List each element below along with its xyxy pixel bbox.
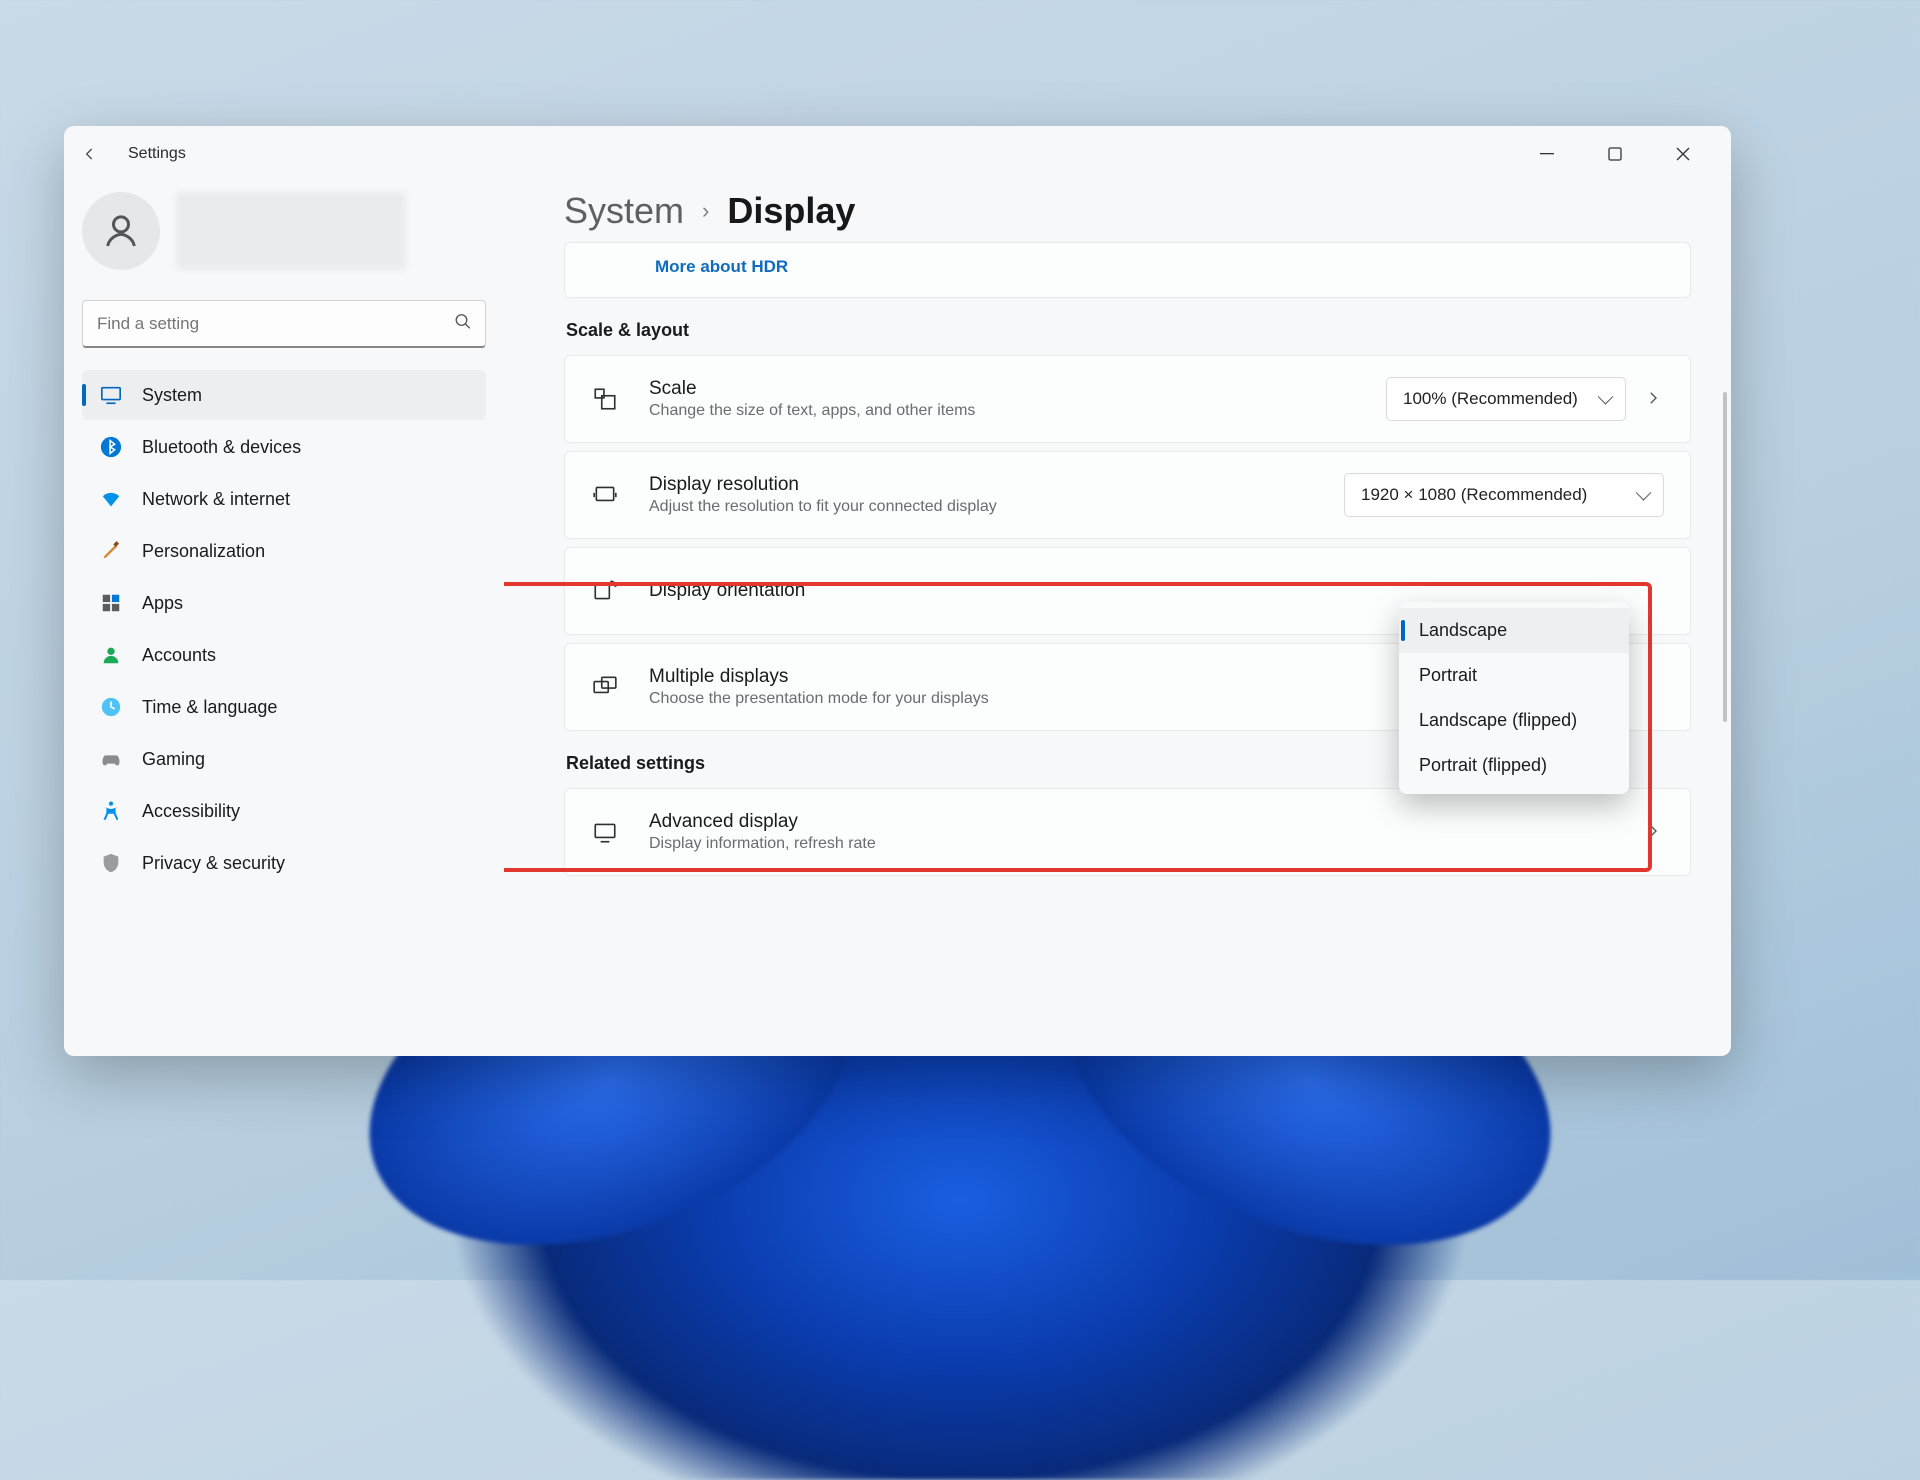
dropdown-option-landscape-flipped[interactable]: Landscape (flipped) [1399, 698, 1629, 743]
chevron-right-icon[interactable] [1644, 389, 1664, 409]
avatar [82, 192, 160, 270]
back-button[interactable] [78, 142, 102, 166]
scale-icon [591, 385, 619, 413]
multiple-displays-icon [591, 673, 619, 701]
nav-accessibility[interactable]: Accessibility [82, 786, 486, 836]
nav-label: Bluetooth & devices [142, 437, 301, 458]
chevron-right-icon: › [702, 198, 709, 224]
user-profile[interactable] [82, 192, 486, 270]
section-scale-layout: Scale & layout [566, 320, 1691, 341]
nav-label: System [142, 385, 202, 406]
hdr-more-link[interactable]: More about HDR [565, 243, 1690, 297]
nav-label: Network & internet [142, 489, 290, 510]
nav-label: Gaming [142, 749, 205, 770]
main-content: System › Display More about HDR Scale & … [504, 182, 1731, 1056]
breadcrumb-current: Display [727, 190, 855, 232]
row-subtitle: Adjust the resolution to fit your connec… [649, 498, 1344, 516]
row-title: Advanced display [649, 811, 1644, 833]
hdr-card[interactable]: More about HDR [564, 242, 1691, 298]
search-icon [454, 313, 472, 336]
brush-icon [100, 540, 122, 562]
nav-label: Personalization [142, 541, 265, 562]
nav-label: Time & language [142, 697, 277, 718]
search-box[interactable] [82, 300, 486, 348]
search-input[interactable] [82, 300, 486, 348]
breadcrumb: System › Display [564, 190, 1691, 232]
bluetooth-icon [100, 436, 122, 458]
nav-system[interactable]: System [82, 370, 486, 420]
shield-icon [100, 852, 122, 874]
resolution-icon [591, 481, 619, 509]
system-icon [100, 384, 122, 406]
user-name-redacted [176, 192, 406, 270]
nav-list: System Bluetooth & devices Network & int… [82, 370, 486, 888]
gamepad-icon [100, 748, 122, 770]
scale-select[interactable]: 100% (Recommended) [1386, 377, 1626, 421]
title-bar: Settings [64, 126, 1731, 182]
scale-row[interactable]: Scale Change the size of text, apps, and… [564, 355, 1691, 443]
wifi-icon [100, 488, 122, 510]
breadcrumb-parent[interactable]: System [564, 190, 684, 232]
nav-accounts[interactable]: Accounts [82, 630, 486, 680]
dropdown-option-portrait[interactable]: Portrait [1399, 653, 1629, 698]
close-button[interactable] [1669, 140, 1697, 168]
resolution-select[interactable]: 1920 × 1080 (Recommended) [1344, 473, 1664, 517]
row-title: Display orientation [649, 580, 1664, 602]
orientation-dropdown: Landscape Portrait Landscape (flipped) P… [1399, 602, 1629, 794]
dropdown-option-landscape[interactable]: Landscape [1399, 608, 1629, 653]
nav-label: Apps [142, 593, 183, 614]
nav-personalization[interactable]: Personalization [82, 526, 486, 576]
row-title: Display resolution [649, 474, 1344, 496]
sidebar: System Bluetooth & devices Network & int… [64, 182, 504, 1056]
minimize-button[interactable] [1533, 140, 1561, 168]
nav-network[interactable]: Network & internet [82, 474, 486, 524]
nav-label: Accessibility [142, 801, 240, 822]
nav-gaming[interactable]: Gaming [82, 734, 486, 784]
row-subtitle: Display information, refresh rate [649, 835, 1644, 853]
nav-apps[interactable]: Apps [82, 578, 486, 628]
maximize-button[interactable] [1601, 140, 1629, 168]
row-subtitle: Change the size of text, apps, and other… [649, 402, 1386, 420]
clock-globe-icon [100, 696, 122, 718]
monitor-icon [591, 818, 619, 846]
dropdown-option-portrait-flipped[interactable]: Portrait (flipped) [1399, 743, 1629, 788]
advanced-display-row[interactable]: Advanced display Display information, re… [564, 788, 1691, 876]
accessibility-icon [100, 800, 122, 822]
chevron-right-icon[interactable] [1644, 822, 1664, 842]
row-title: Scale [649, 378, 1386, 400]
nav-label: Accounts [142, 645, 216, 666]
nav-privacy[interactable]: Privacy & security [82, 838, 486, 888]
scrollbar[interactable] [1723, 392, 1727, 722]
nav-bluetooth[interactable]: Bluetooth & devices [82, 422, 486, 472]
orientation-icon [591, 577, 619, 605]
window-title: Settings [128, 145, 186, 163]
nav-label: Privacy & security [142, 853, 285, 874]
settings-window: Settings [64, 126, 1731, 1056]
apps-icon [100, 592, 122, 614]
resolution-row[interactable]: Display resolution Adjust the resolution… [564, 451, 1691, 539]
person-icon [100, 644, 122, 666]
nav-time-language[interactable]: Time & language [82, 682, 486, 732]
